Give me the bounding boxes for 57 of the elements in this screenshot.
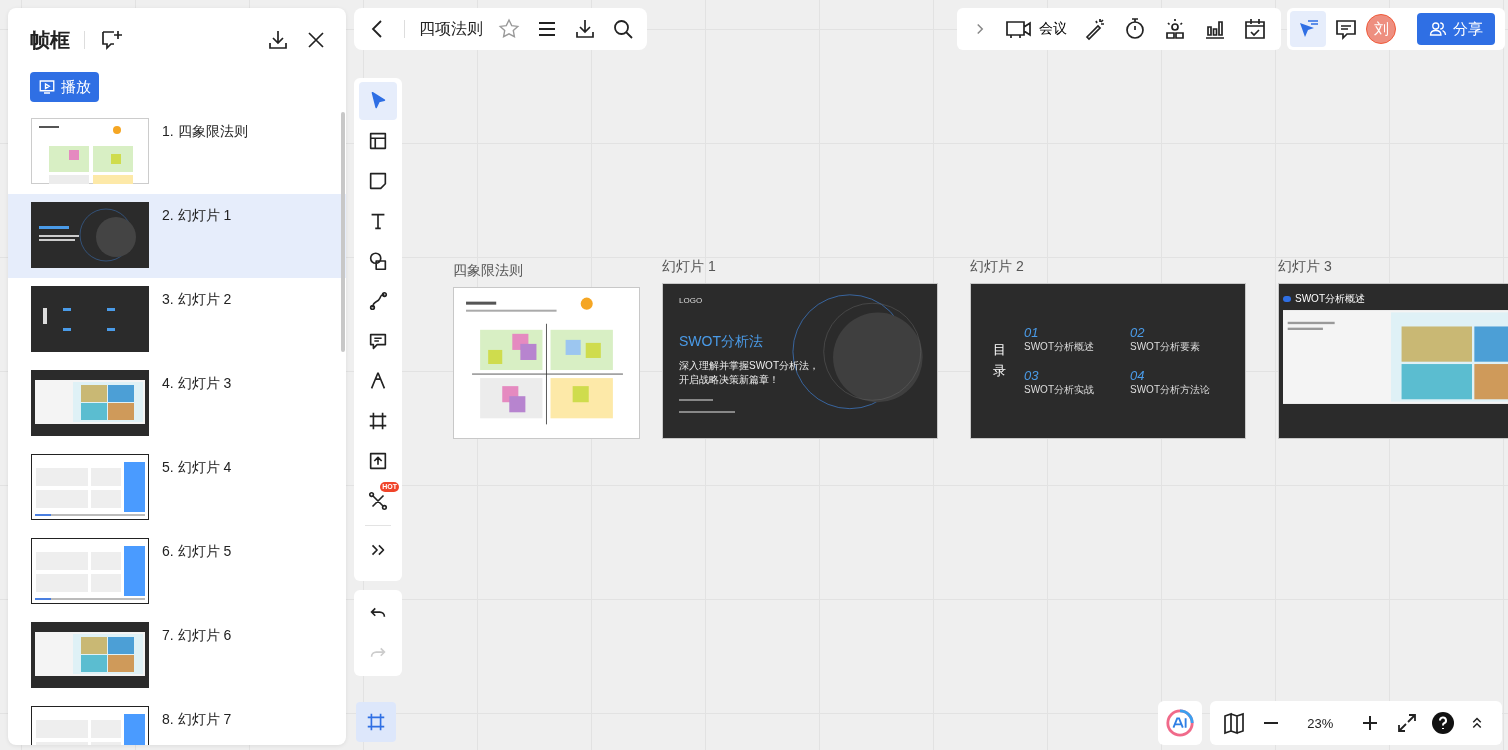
entry-number: 04 bbox=[1130, 368, 1146, 383]
slide-subtitle: 开启战略决策新篇章！ bbox=[679, 373, 780, 387]
frame-icon bbox=[365, 711, 387, 733]
calendar-icon[interactable] bbox=[1243, 17, 1267, 41]
bullet-icon bbox=[1283, 296, 1291, 302]
quadrant-slide[interactable] bbox=[453, 287, 640, 439]
zoom-level[interactable]: 23% bbox=[1295, 715, 1346, 731]
matrix-slide[interactable]: SWOT分析概述 bbox=[1278, 283, 1508, 439]
meeting-button[interactable]: 会议 bbox=[1005, 17, 1067, 41]
magic-wand-icon[interactable] bbox=[1083, 17, 1107, 41]
star-icon[interactable] bbox=[497, 17, 521, 41]
contents-slide[interactable]: 目录 01 SWOT分析概述 02 SWOT分析要素 03 SWOT分析实战 04 SWOT分析方法论 bbox=[970, 283, 1246, 439]
frame-list-item[interactable]: 5. 幻灯片 4 bbox=[8, 446, 346, 530]
entry-label: SWOT分析要素 bbox=[1130, 340, 1201, 354]
users-icon bbox=[1429, 20, 1447, 38]
entry-number: 01 bbox=[1024, 325, 1040, 340]
slide-subtitle: 深入理解并掌握SWOT分析法， bbox=[679, 359, 820, 373]
map-icon[interactable] bbox=[1222, 711, 1246, 735]
frame-list-item[interactable]: 8. 幻灯片 7 bbox=[8, 698, 346, 745]
help-icon[interactable] bbox=[1431, 711, 1456, 735]
play-button[interactable]: 播放 bbox=[30, 72, 99, 102]
play-icon bbox=[38, 78, 56, 96]
share-button[interactable]: 分享 bbox=[1417, 13, 1495, 45]
follow-button[interactable] bbox=[1290, 11, 1326, 47]
frame-list-item[interactable]: 4. 幻灯片 3 bbox=[8, 362, 346, 446]
title-slide[interactable]: LOGO SWOT分析法 深入理解并掌握SWOT分析法， 开启战略决策新篇章！ bbox=[662, 283, 938, 439]
entry-label: SWOT分析实战 bbox=[1024, 383, 1095, 397]
frame-list-item[interactable]: 6. 幻灯片 5 bbox=[8, 530, 346, 614]
entry-number: 03 bbox=[1024, 368, 1040, 383]
add-frame-icon[interactable] bbox=[99, 28, 123, 52]
frame-button[interactable] bbox=[356, 702, 396, 742]
search-icon[interactable] bbox=[611, 17, 635, 41]
slide-heading: 目录 bbox=[993, 341, 1006, 380]
frame-title[interactable]: 幻灯片 2 bbox=[970, 258, 1246, 276]
download-icon[interactable] bbox=[266, 28, 290, 52]
frame-title[interactable]: 四象限法则 bbox=[453, 262, 640, 280]
entry-label: SWOT分析概述 bbox=[1024, 340, 1095, 354]
document-title[interactable]: 四项法则 bbox=[419, 18, 483, 40]
slide-heading: SWOT分析法 bbox=[679, 333, 764, 351]
download-icon[interactable] bbox=[573, 17, 597, 41]
frame-list-item[interactable]: 2. 幻灯片 1 bbox=[8, 194, 346, 278]
frame-list-item[interactable]: 7. 幻灯片 6 bbox=[8, 614, 346, 698]
frame-title[interactable]: 幻灯片 1 bbox=[662, 258, 938, 276]
slide-heading: SWOT分析概述 bbox=[1295, 292, 1365, 306]
entry-number: 02 bbox=[1130, 325, 1146, 340]
panel-title: 帧框 bbox=[30, 27, 70, 53]
comment-icon[interactable] bbox=[1334, 17, 1358, 41]
frame-list-item[interactable]: 3. 幻灯片 2 bbox=[8, 278, 346, 362]
frame-title[interactable]: 幻灯片 3 bbox=[1278, 258, 1508, 276]
frame-list-item[interactable]: 1. 四象限法则 bbox=[8, 110, 346, 194]
logo-text: LOGO bbox=[679, 296, 704, 305]
ai-logo-icon bbox=[1165, 708, 1195, 738]
lightbulb-icon[interactable] bbox=[1163, 17, 1187, 41]
timer-icon[interactable] bbox=[1123, 17, 1147, 41]
entry-label: SWOT分析方法论 bbox=[1130, 383, 1211, 397]
ai-button[interactable] bbox=[1158, 701, 1202, 745]
pointer-tool[interactable] bbox=[359, 82, 397, 120]
